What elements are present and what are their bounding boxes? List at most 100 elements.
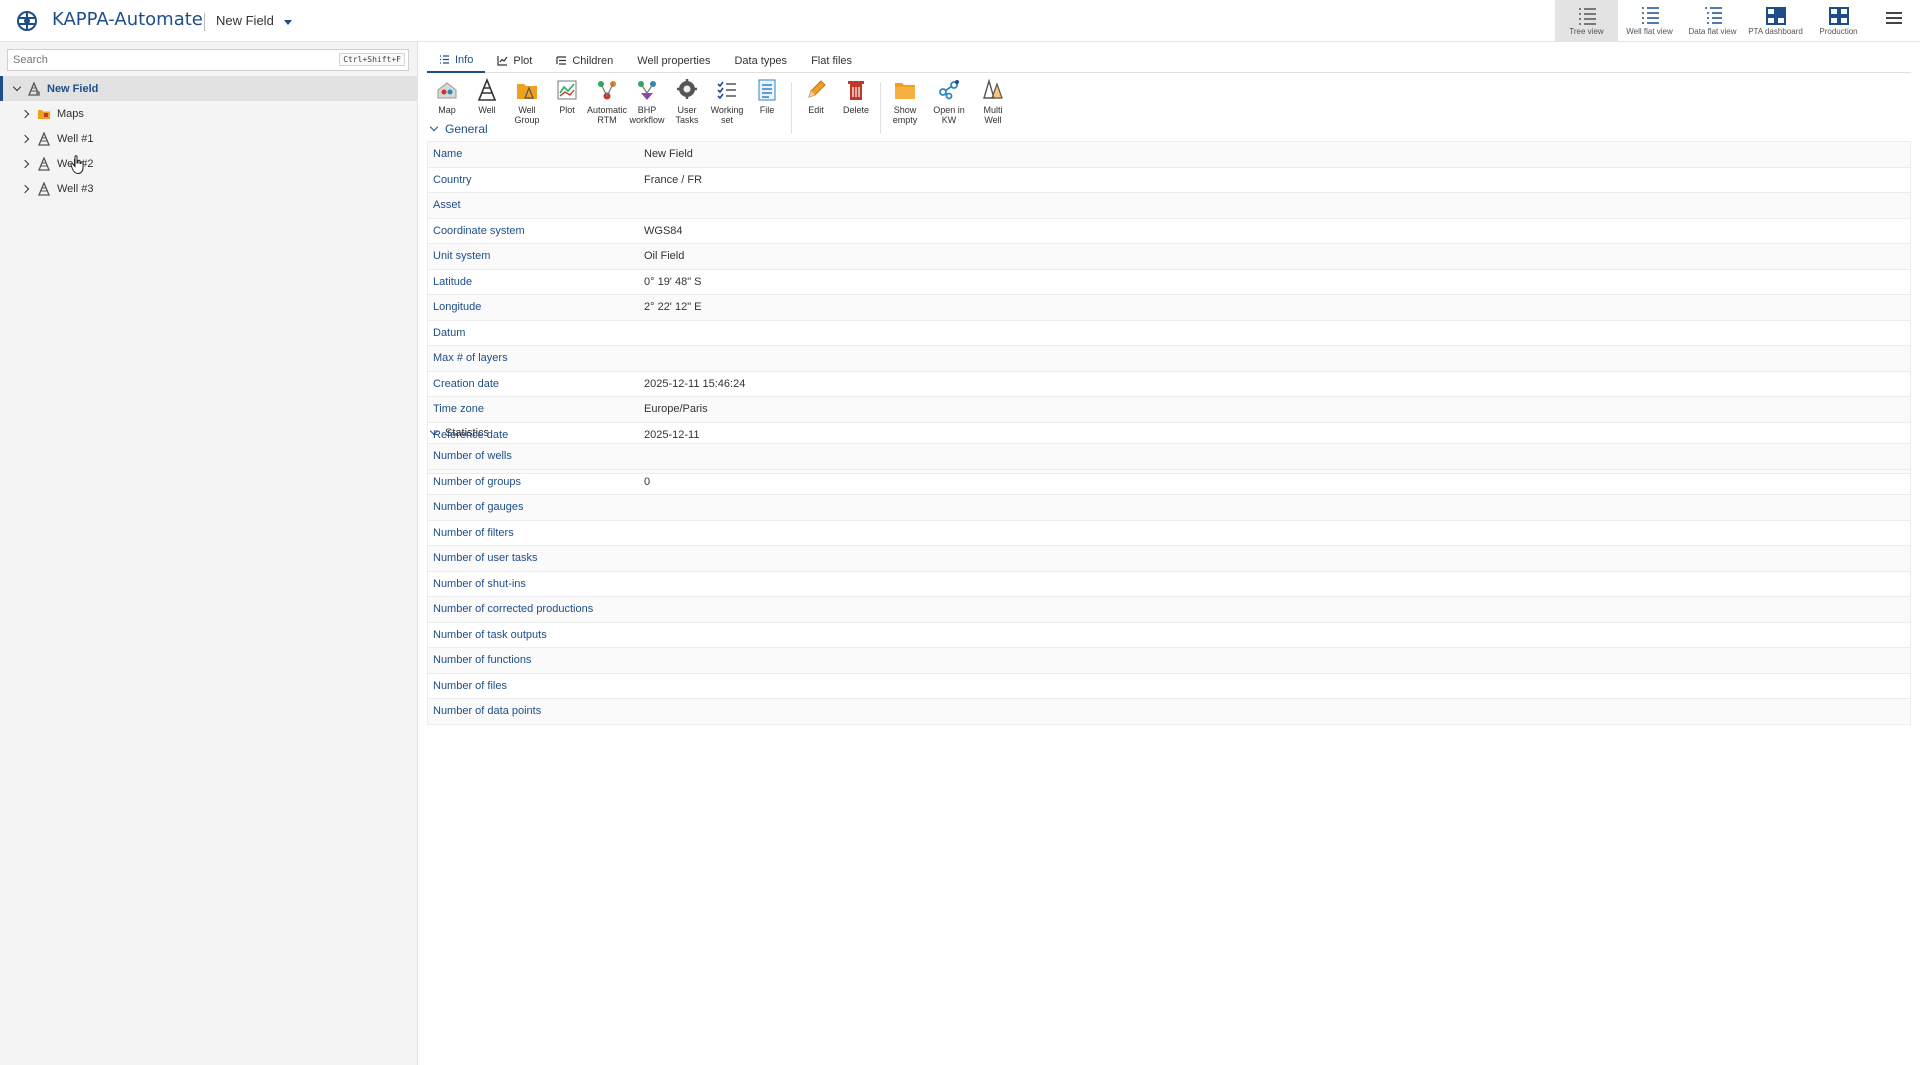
plot-button[interactable]: Plot (547, 78, 587, 138)
property-row: Asset (427, 193, 1911, 219)
search-box: Ctrl+Shift+F (7, 49, 409, 71)
property-row: Name New Field (427, 142, 1911, 168)
property-key: Time zone (433, 403, 484, 416)
tool-label: Open in KW (933, 105, 965, 125)
section-title: General (445, 122, 488, 136)
tree-view-icon (1578, 8, 1596, 25)
tab-label: Data types (734, 54, 788, 67)
tool-label: Well Group (514, 105, 540, 125)
chevron-right-icon[interactable] (22, 159, 32, 169)
view-tree[interactable]: Tree view (1555, 0, 1618, 42)
property-key: Number of filters (433, 526, 514, 539)
tool-label: Automatic RTM (586, 105, 628, 125)
tab-label: Info (455, 53, 474, 66)
view-well-flat[interactable]: Well flat view (1618, 0, 1681, 42)
view-production[interactable]: Production (1807, 0, 1870, 42)
property-row: Number of gauges (427, 495, 1911, 521)
production-icon (1828, 7, 1849, 25)
tab-flat-files[interactable]: Flat files (799, 48, 864, 73)
show-empty-button[interactable]: Show empty (885, 78, 925, 138)
multi-well-icon (983, 78, 1003, 99)
tree-item-well-1[interactable]: Well #1 (0, 126, 418, 151)
property-key: Number of user tasks (433, 552, 538, 565)
view-tree-label: Tree view (1569, 27, 1604, 36)
chevron-down-icon (429, 124, 439, 134)
main-panel: Info Plot Children Well properties Data … (419, 42, 1920, 1065)
tab-well-properties[interactable]: Well properties (625, 48, 722, 73)
chevron-right-icon[interactable] (22, 109, 32, 119)
view-pta-dashboard-label: PTA dashboard (1748, 27, 1803, 36)
bhp-workflow-button[interactable]: BHP workflow (627, 78, 667, 138)
property-key: Number of data points (433, 705, 542, 718)
automatic-rtm-button[interactable]: Automatic RTM (587, 78, 627, 138)
property-key: Name (433, 148, 463, 161)
property-key: Country (433, 173, 472, 186)
well-group-button[interactable]: Well Group (507, 78, 547, 138)
list-icon (440, 55, 449, 64)
chevron-right-icon[interactable] (22, 184, 32, 194)
property-value: Europe/Paris (644, 403, 708, 416)
view-data-flat[interactable]: Data flat view (1681, 0, 1744, 42)
view-well-flat-label: Well flat view (1626, 27, 1673, 36)
property-value: New Field (644, 148, 693, 161)
tool-label: Map (438, 105, 456, 115)
tab-children[interactable]: Children (544, 48, 625, 73)
tab-label: Children (572, 54, 614, 67)
tab-info[interactable]: Info (427, 48, 486, 73)
tool-label: Show empty (892, 105, 918, 125)
toolbar-divider (791, 82, 792, 134)
general-section-header[interactable]: General (429, 122, 488, 136)
automatic-rtm-icon (598, 81, 616, 100)
chevron-down-icon[interactable] (12, 84, 22, 94)
property-row: Number of shut-ins (427, 571, 1911, 597)
tree-item-label: Maps (57, 107, 84, 120)
property-row: Number of user tasks (427, 546, 1911, 572)
property-row: Number of groups 0 (427, 469, 1911, 495)
edit-button[interactable]: Edit (796, 78, 836, 138)
statistics-table: Number of wells Number of groups 0 Number o… (427, 443, 1911, 725)
property-key: Unit system (433, 250, 491, 263)
edit-icon (808, 80, 826, 98)
property-value: 2025-12-11 15:46:24 (644, 377, 746, 390)
tab-data-types[interactable]: Data types (722, 48, 799, 73)
pta-dashboard-icon (1765, 7, 1786, 25)
property-key: Datum (433, 326, 466, 339)
property-row: Country France / FR (427, 167, 1911, 193)
view-pta-dashboard[interactable]: PTA dashboard (1744, 0, 1807, 42)
tab-plot[interactable]: Plot (485, 48, 544, 73)
plot-icon (557, 80, 577, 100)
property-row: Creation date 2025-12-11 15:46:24 (427, 371, 1911, 397)
sidebar: Ctrl+Shift+F New Field Maps Well #1 Well… (0, 42, 418, 1065)
property-value: 2° 22' 12" E (644, 301, 702, 314)
view-switcher: Tree view Well flat view Data flat view … (1555, 0, 1870, 42)
tree-item-well-2[interactable]: Well #2 (0, 151, 418, 176)
view-data-flat-label: Data flat view (1688, 27, 1737, 36)
tree-item-well-3[interactable]: Well #3 (0, 176, 418, 201)
field-selector-label: New Field (216, 13, 274, 28)
menu-icon[interactable] (1886, 12, 1902, 28)
property-value: 2025-12-11 (644, 428, 700, 441)
data-flat-view-icon (1704, 7, 1722, 24)
user-tasks-button[interactable]: User Tasks (667, 78, 707, 138)
open-in-kw-button[interactable]: Open in KW (925, 78, 973, 138)
tree-item-maps[interactable]: Maps (0, 101, 418, 126)
working-set-button[interactable]: Working set (707, 78, 747, 138)
statistics-section-header[interactable]: Statistics (429, 427, 489, 439)
tree-item-new-field[interactable]: New Field (0, 76, 418, 101)
search-input[interactable] (8, 50, 328, 70)
view-production-label: Production (1819, 27, 1858, 36)
property-key: Number of task outputs (433, 628, 547, 641)
delete-icon (848, 81, 864, 100)
chart-icon (497, 56, 508, 66)
tool-label: Multi Well (983, 105, 1003, 125)
section-title: Statistics (445, 427, 490, 439)
multi-well-button[interactable]: Multi Well (973, 78, 1013, 138)
field-selector[interactable]: New Field (216, 13, 292, 28)
property-row: Max # of layers (427, 346, 1911, 372)
file-button[interactable]: File (747, 78, 787, 138)
well-icon (38, 156, 50, 171)
tree-item-label: Well #3 (57, 182, 94, 195)
delete-button[interactable]: Delete (836, 78, 876, 138)
kappa-logo-icon[interactable] (12, 7, 42, 35)
chevron-right-icon[interactable] (22, 134, 32, 144)
